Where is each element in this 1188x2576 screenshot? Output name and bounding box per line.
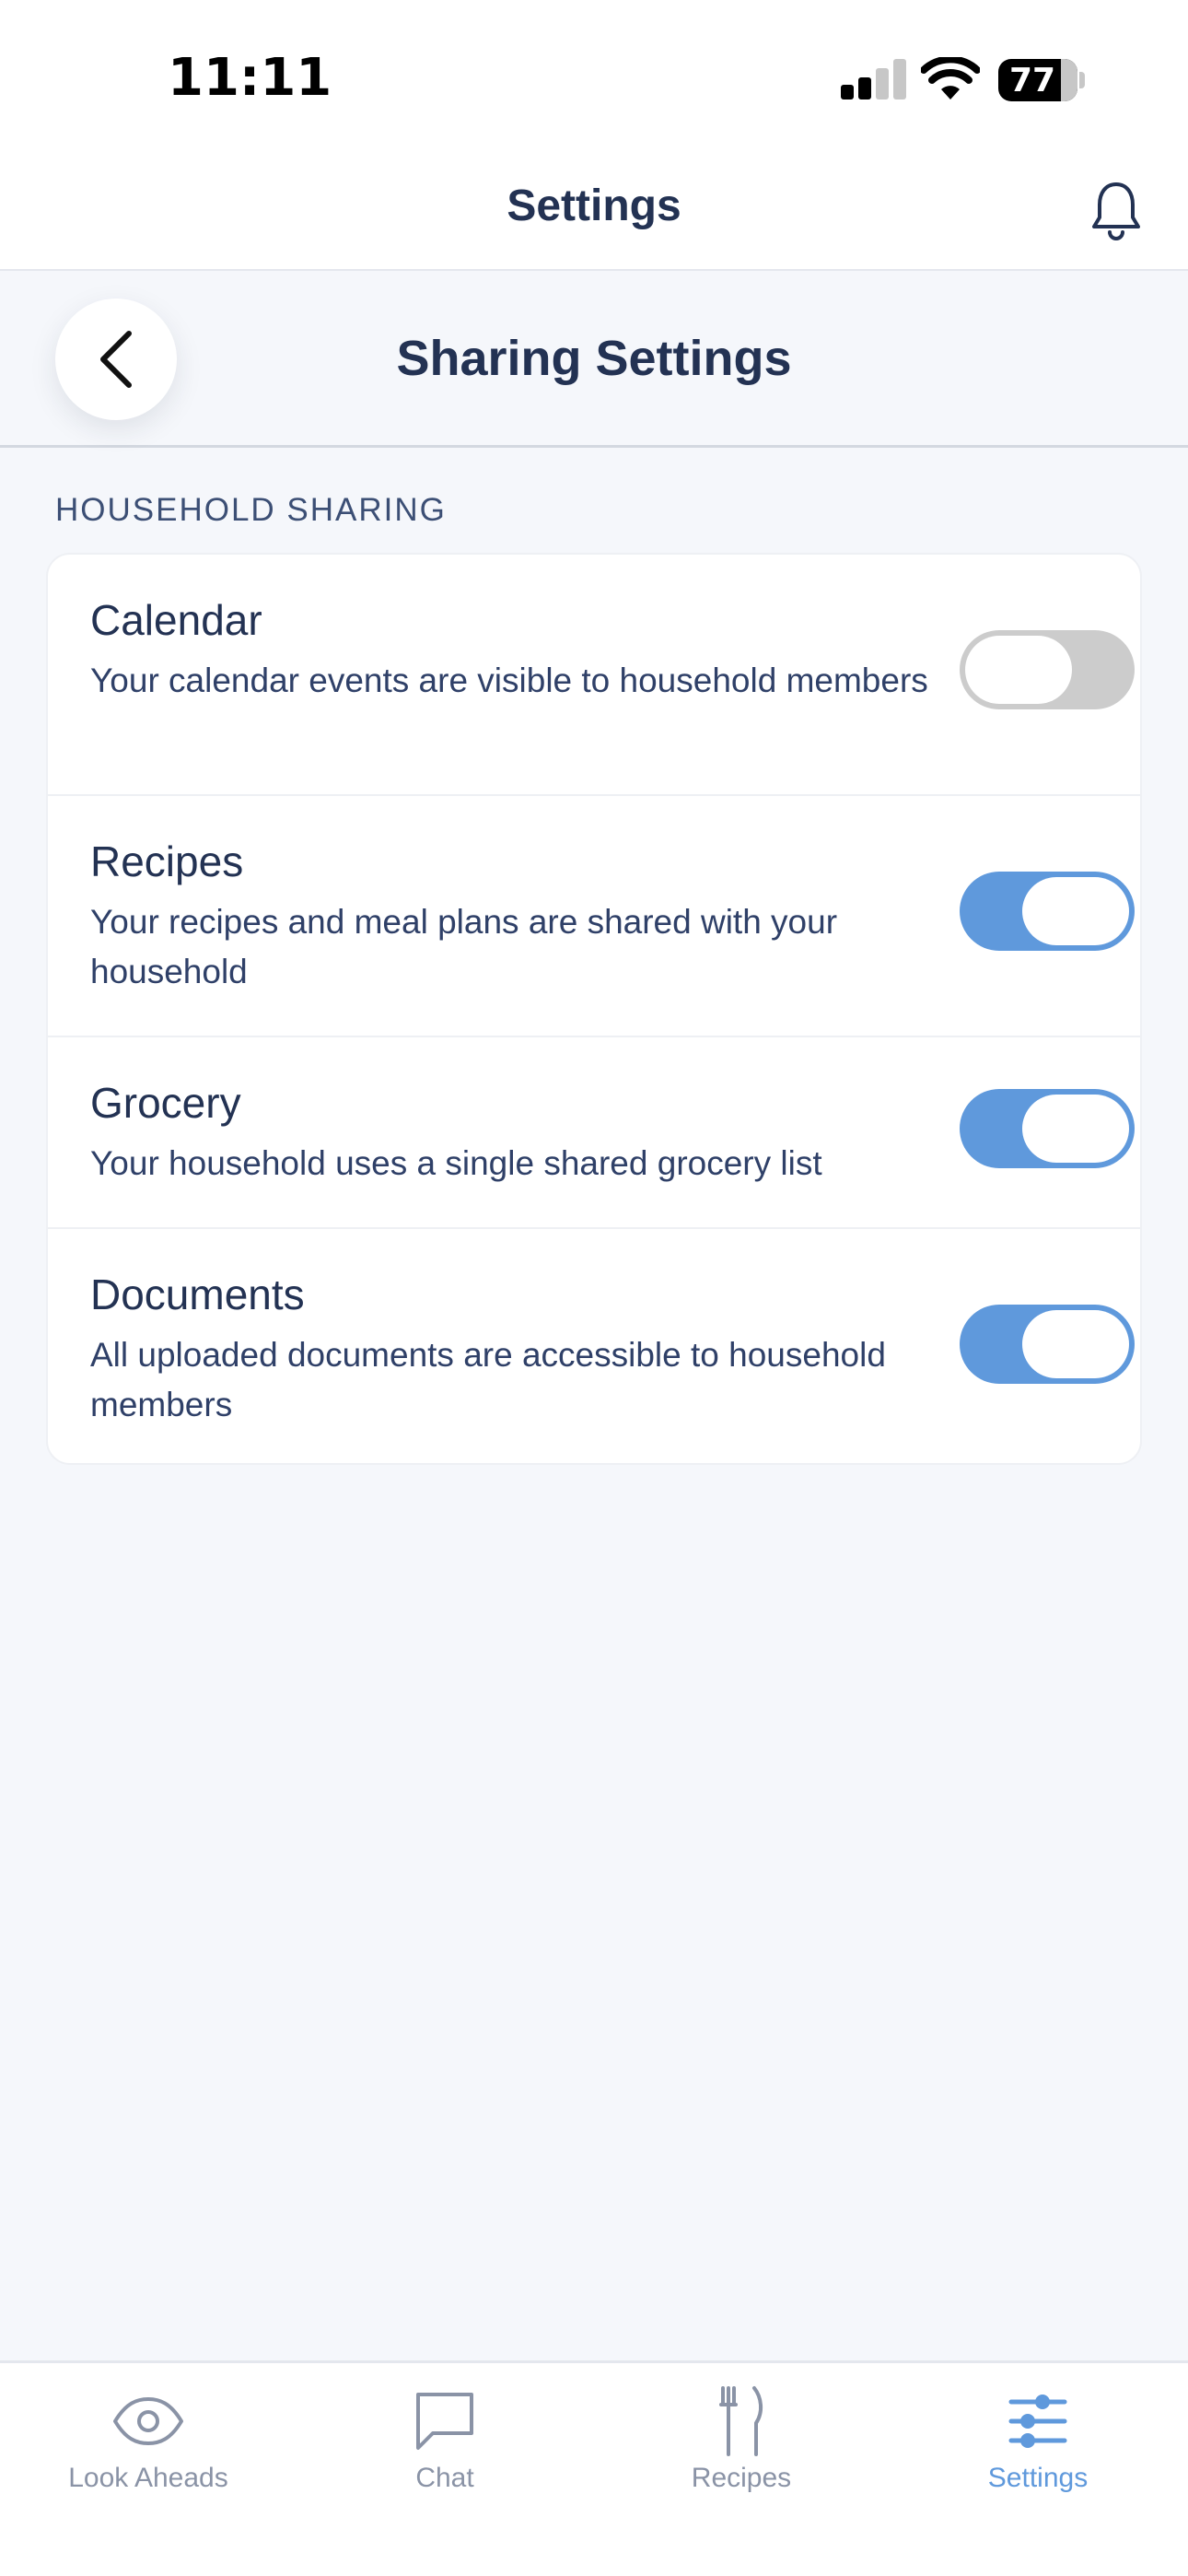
- toggle-knob: [1022, 1310, 1129, 1378]
- section-label: HOUSEHOLD SHARING: [55, 492, 447, 528]
- cellular-signal-icon: [841, 59, 906, 100]
- sub-header: Sharing Settings: [0, 271, 1188, 448]
- battery-icon: 77: [998, 59, 1077, 101]
- setting-row-documents: Documents All uploaded documents are acc…: [48, 1229, 1140, 1463]
- top-navigation-bar: Settings: [0, 147, 1188, 271]
- eye-icon: [113, 2397, 183, 2445]
- setting-description: Your calendar events are visible to hous…: [90, 662, 928, 699]
- tab-look-aheads[interactable]: Look Aheads: [0, 2363, 297, 2511]
- tab-label: Recipes: [691, 2463, 792, 2493]
- sliders-icon: [1008, 2395, 1067, 2448]
- toggle-knob: [965, 636, 1072, 704]
- bottom-tab-bar: Look Aheads Chat Recipes Settings: [0, 2360, 1188, 2576]
- setting-row-recipes: Recipes Your recipes and meal plans are …: [48, 796, 1140, 1037]
- tab-label: Settings: [987, 2463, 1089, 2493]
- tab-chat[interactable]: Chat: [297, 2363, 593, 2511]
- fork-knife-icon: [719, 2386, 763, 2456]
- setting-title: Grocery: [90, 1079, 241, 1127]
- status-bar: 11:11 77: [0, 0, 1188, 147]
- chat-bubble-icon: [416, 2393, 473, 2450]
- tab-recipes[interactable]: Recipes: [593, 2363, 890, 2511]
- setting-title: Documents: [90, 1270, 305, 1318]
- setting-title: Recipes: [90, 837, 244, 885]
- setting-row-grocery: Grocery Your household uses a single sha…: [48, 1037, 1140, 1229]
- setting-description: All uploaded documents are accessible to…: [90, 1336, 886, 1423]
- documents-toggle[interactable]: [960, 1305, 1135, 1384]
- setting-description: Your recipes and meal plans are shared w…: [90, 903, 838, 990]
- status-time: 11:11: [168, 48, 332, 108]
- setting-description: Your household uses a single shared groc…: [90, 1144, 822, 1182]
- grocery-toggle[interactable]: [960, 1089, 1135, 1168]
- sharing-settings-title: Sharing Settings: [396, 331, 792, 386]
- tab-settings[interactable]: Settings: [890, 2363, 1186, 2511]
- recipes-toggle[interactable]: [960, 872, 1135, 951]
- toggle-knob: [1022, 877, 1129, 945]
- sharing-card: Calendar Your calendar events are visibl…: [46, 553, 1142, 1465]
- tab-label: Chat: [415, 2463, 474, 2493]
- wifi-icon: [921, 57, 980, 100]
- tab-label: Look Aheads: [68, 2463, 228, 2493]
- setting-title: Calendar: [90, 596, 262, 644]
- battery-cap: [1079, 72, 1085, 88]
- calendar-toggle[interactable]: [960, 630, 1135, 709]
- toggle-knob: [1022, 1095, 1129, 1163]
- battery-level: 77: [1008, 61, 1056, 100]
- page-title: Settings: [507, 181, 681, 230]
- bell-icon[interactable]: [1087, 179, 1146, 243]
- setting-row-calendar: Calendar Your calendar events are visibl…: [48, 555, 1140, 796]
